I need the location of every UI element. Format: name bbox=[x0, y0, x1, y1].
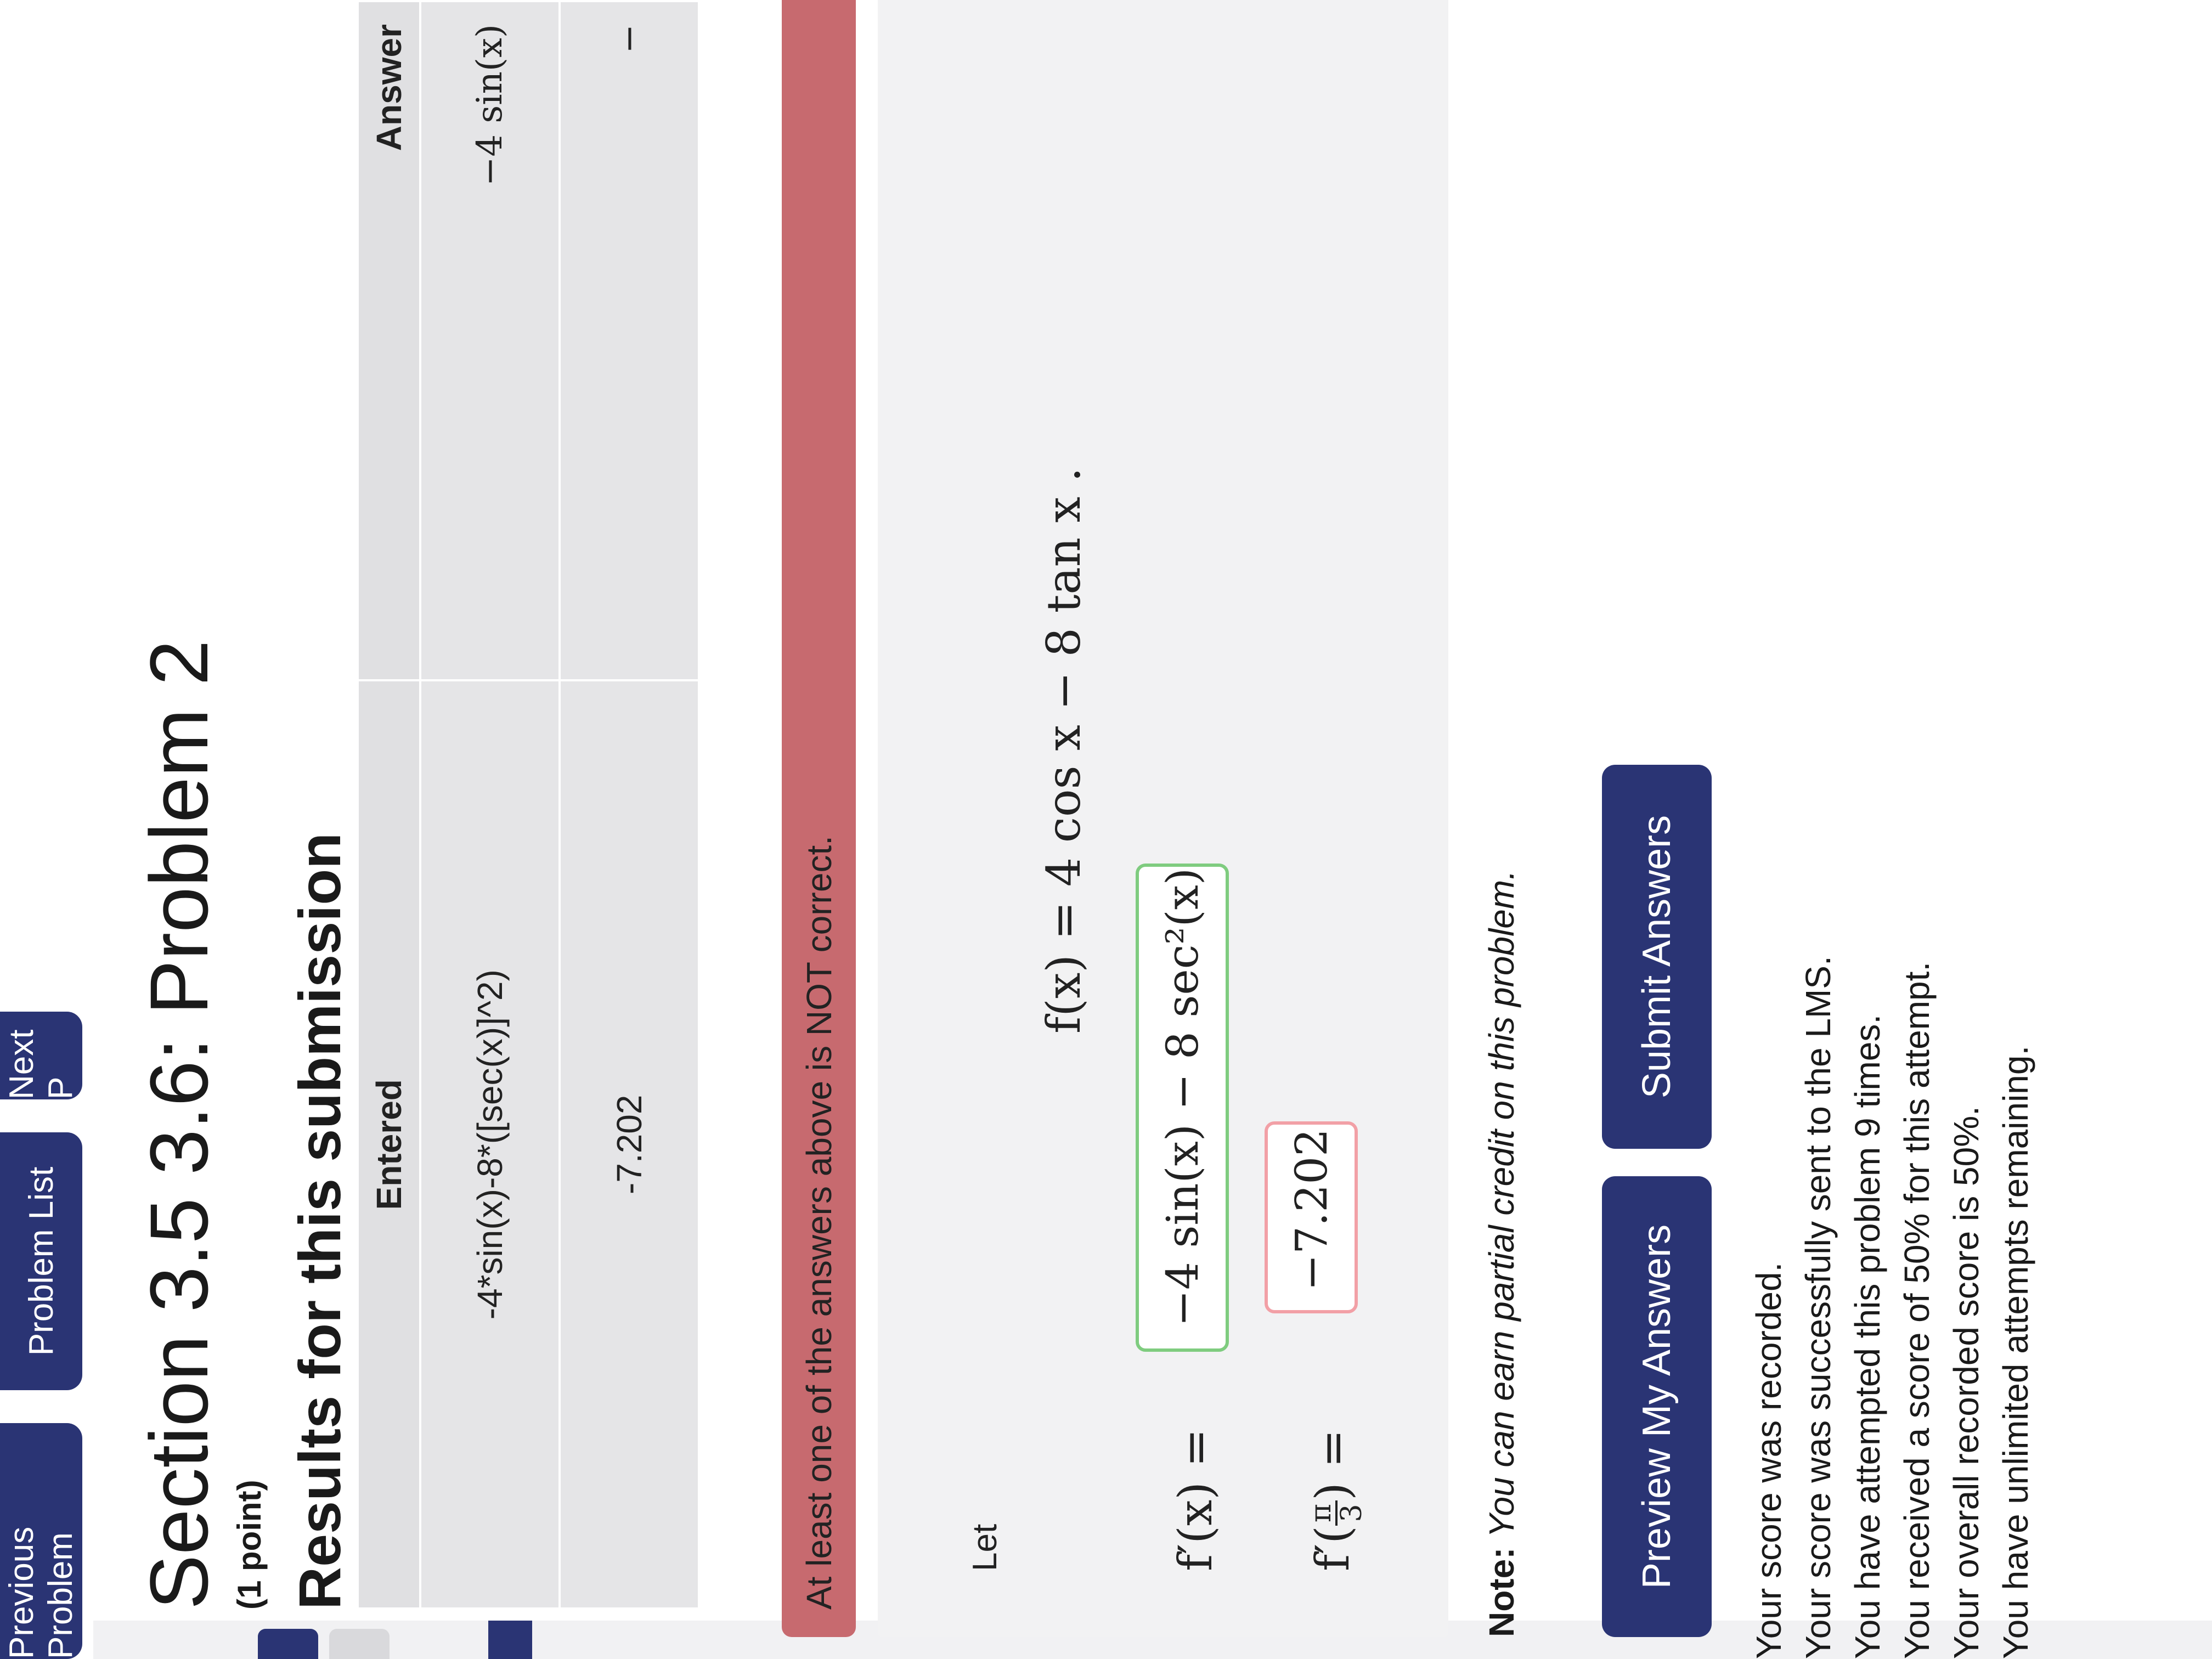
results-table: Entered Answer -4*sin(x)-8*([sec(x)]^2) … bbox=[357, 0, 700, 1610]
next-problem-button[interactable]: Next P bbox=[0, 1012, 82, 1099]
table-row: -4*sin(x)-8*([sec(x)]^2) −4 sin(x) bbox=[420, 1, 560, 1609]
fraction-numerator: π bbox=[1305, 1500, 1338, 1526]
results-heading: Results for this submission bbox=[286, 832, 353, 1610]
side-nav-marker[interactable] bbox=[258, 1629, 318, 1659]
note-text: You can earn partial credit on this prob… bbox=[1482, 870, 1521, 1538]
derivative-at-point-prefix: f′( bbox=[1306, 1526, 1359, 1571]
score-message: You received a score of 50% for this att… bbox=[1897, 961, 1937, 1659]
table-row: -7.202 − bbox=[560, 1, 699, 1609]
score-message: Your score was successfully sent to the … bbox=[1798, 956, 1838, 1659]
entered-column-header: Entered bbox=[358, 680, 420, 1609]
side-nav-marker[interactable] bbox=[488, 1621, 532, 1659]
answer-preview-cell: − bbox=[560, 1, 699, 681]
derivative-at-point-label: f′(π 3) = bbox=[1305, 1429, 1368, 1571]
score-message: You have unlimited attempts remaining. bbox=[1996, 1045, 2035, 1659]
note-prefix: Note: bbox=[1482, 1547, 1521, 1637]
problem-list-button[interactable]: Problem List bbox=[0, 1132, 82, 1390]
derivative-value-answer-field[interactable]: −7.202 bbox=[1265, 1121, 1358, 1313]
derivative-answer-field[interactable]: −4 sin(x) − 8 sec²(x) bbox=[1136, 864, 1229, 1352]
entered-cell: -7.202 bbox=[560, 680, 699, 1609]
derivative-label: f′(x) = bbox=[1169, 1428, 1222, 1571]
score-message: You have attempted this problem 9 times. bbox=[1848, 1014, 1887, 1659]
answer-column-header: Answer bbox=[358, 1, 420, 681]
partial-credit-note: Note: You can earn partial credit on thi… bbox=[1481, 870, 1522, 1637]
score-messages: Your score was recorded. Your score was … bbox=[1745, 956, 2041, 1659]
webwork-page: Previous Problem Problem List Next P Sec… bbox=[0, 0, 2212, 1659]
answer-preview-cell: −4 sin(x) bbox=[420, 1, 560, 681]
entered-cell: -4*sin(x)-8*([sec(x)]^2) bbox=[420, 680, 560, 1609]
problem-points: (1 point) bbox=[231, 1480, 268, 1610]
let-label: Let bbox=[966, 1523, 1004, 1571]
derivative-at-point-suffix: ) = bbox=[1306, 1429, 1359, 1500]
side-nav-marker[interactable] bbox=[329, 1629, 390, 1659]
error-banner: At least one of the answers above is NOT… bbox=[782, 0, 856, 1637]
submit-answers-button[interactable]: Submit Answers bbox=[1602, 765, 1712, 1149]
fraction-denominator: 3 bbox=[1335, 1504, 1368, 1522]
page-title: Section 3.5 3.6: Problem 2 bbox=[133, 640, 225, 1610]
preview-answers-button[interactable]: Preview My Answers bbox=[1602, 1176, 1712, 1637]
pi-over-three-fraction: π3 bbox=[1305, 1500, 1368, 1526]
table-header-row: Entered Answer bbox=[358, 1, 420, 1609]
function-definition: f(x) = 4 cos x − 8 tan x . bbox=[1037, 467, 1091, 1034]
problem-body: Let f(x) = 4 cos x − 8 tan x . f′(x) = −… bbox=[878, 0, 1448, 1637]
score-message: Your overall recorded score is 50%. bbox=[1946, 1106, 1986, 1659]
previous-problem-button[interactable]: Previous Problem bbox=[0, 1423, 82, 1659]
score-message: Your score was recorded. bbox=[1749, 1262, 1788, 1659]
